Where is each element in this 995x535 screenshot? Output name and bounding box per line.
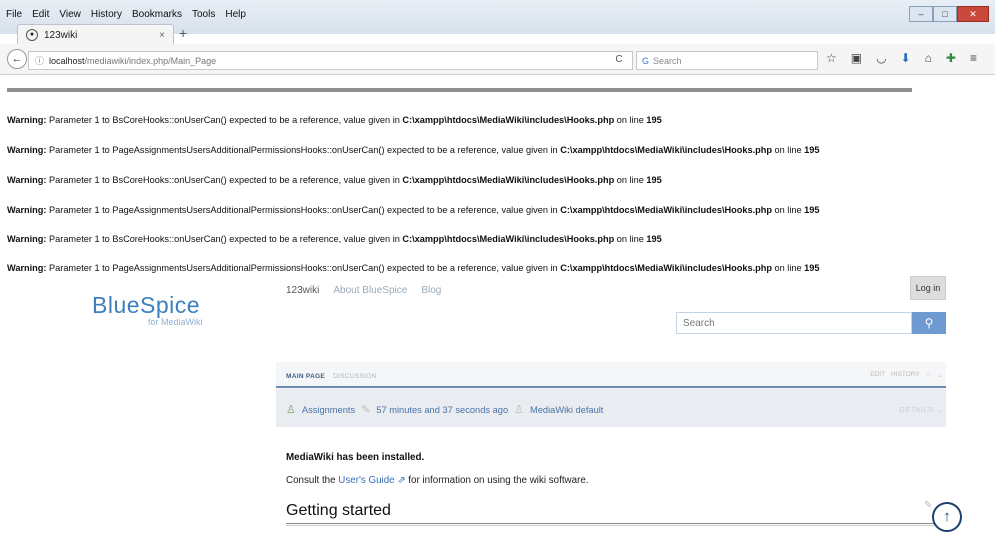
menu-bookmarks[interactable]: Bookmarks	[132, 9, 182, 20]
download-icon[interactable]: ⬇	[901, 51, 911, 65]
edit-section-icon[interactable]: ✎	[924, 500, 932, 511]
tab-title: 123wiki	[44, 29, 78, 41]
nav-blog[interactable]: Blog	[421, 285, 441, 296]
getting-started-heading: Getting started	[286, 502, 391, 519]
minimize-button[interactable]: –	[909, 6, 933, 22]
warning-line: Warning: Parameter 1 to BsCoreHooks::onU…	[7, 115, 662, 125]
page-actions: EDIT HISTORY ☆ ⌄	[870, 371, 943, 379]
warning-line: Warning: Parameter 1 to PageAssignmentsU…	[7, 263, 820, 273]
users-guide-link[interactable]: User's Guide	[338, 475, 394, 486]
maximize-button[interactable]: □	[933, 6, 957, 22]
details-toggle[interactable]: DETAILS ⌄	[899, 405, 943, 414]
warning-line: Warning: Parameter 1 to BsCoreHooks::onU…	[7, 175, 662, 185]
menu-file[interactable]: File	[6, 9, 22, 20]
last-edit-time[interactable]: 57 minutes and 37 seconds ago	[376, 405, 508, 415]
logo-subtitle: for MediaWiki	[148, 317, 203, 327]
consult-paragraph: Consult the User's Guide ⇗ for informati…	[286, 475, 589, 486]
last-editor-link[interactable]: MediaWiki default	[530, 405, 603, 415]
menu-tools[interactable]: Tools	[192, 9, 215, 20]
window-controls: – □ ✕	[909, 6, 989, 22]
reload-button[interactable]: C	[608, 51, 630, 68]
tab-discussion[interactable]: DISCUSSION	[333, 373, 376, 380]
tab-edit[interactable]: EDIT	[870, 371, 885, 379]
url-host: localhost	[49, 55, 85, 66]
tab-underline	[276, 386, 946, 388]
wiki-search-input[interactable]: Search	[676, 312, 912, 334]
chevron-down-icon[interactable]: ⌄	[938, 371, 943, 379]
browser-tab[interactable]: ● 123wiki ×	[17, 24, 174, 45]
browser-search-placeholder: Search	[653, 55, 682, 66]
menu-view[interactable]: View	[59, 9, 81, 20]
clipped-warning-line	[7, 88, 912, 92]
tab-main-page[interactable]: MAIN PAGE	[286, 373, 325, 380]
external-link-icon: ⇗	[394, 475, 406, 486]
menu-edit[interactable]: Edit	[32, 9, 49, 20]
search-engine-icon[interactable]: G	[642, 56, 649, 66]
heading-rule-shadow	[286, 525, 938, 526]
top-navigation: 123wiki About BlueSpice Blog	[286, 285, 441, 296]
nav-123wiki[interactable]: 123wiki	[286, 285, 319, 296]
hamburger-menu-icon[interactable]: ≡	[970, 51, 977, 65]
page-tabs: MAIN PAGE DISCUSSION	[286, 373, 377, 380]
info-icon[interactable]: ⓘ	[35, 54, 44, 67]
menu-history[interactable]: History	[91, 9, 122, 20]
addon-icon[interactable]: ✚	[946, 51, 956, 65]
page-meta: ♙ Assignments ✎ 57 minutes and 37 second…	[286, 403, 603, 416]
scroll-to-top-icon[interactable]: ↑	[932, 502, 962, 532]
reading-list-icon[interactable]: ▣	[851, 51, 862, 65]
menu-bar: File Edit View History Bookmarks Tools H…	[6, 9, 246, 20]
pocket-icon[interactable]: ◡	[876, 51, 886, 65]
watch-icon[interactable]: ☆	[926, 371, 932, 379]
url-path: /mediawiki/index.php/Main_Page	[84, 55, 217, 66]
close-window-button[interactable]: ✕	[957, 6, 989, 22]
pencil-icon: ✎	[361, 404, 371, 416]
login-button[interactable]: Log in	[910, 276, 946, 300]
search-icon[interactable]: ⚲	[912, 312, 946, 334]
bluespice-logo[interactable]: BlueSpice for MediaWiki	[92, 292, 203, 327]
warning-line: Warning: Parameter 1 to BsCoreHooks::onU…	[7, 234, 662, 244]
tab-history[interactable]: HISTORY	[891, 371, 920, 379]
toolbar-icons: ☆ ▣ ◡ ⬇ ⌂ ✚ ≡	[826, 51, 977, 65]
nav-about-bluespice[interactable]: About BlueSpice	[333, 285, 407, 296]
bookmark-star-icon[interactable]: ☆	[826, 51, 837, 65]
warning-line: Warning: Parameter 1 to PageAssignmentsU…	[7, 145, 820, 155]
new-tab-button[interactable]: +	[179, 25, 187, 41]
installed-message: MediaWiki has been installed.	[286, 452, 425, 463]
url-bar[interactable]: ⓘ localhost /mediawiki/index.php/Main_Pa…	[28, 51, 633, 70]
heading-rule	[286, 523, 938, 524]
assignments-link[interactable]: Assignments	[302, 405, 355, 415]
menu-help[interactable]: Help	[225, 9, 246, 20]
tab-close-icon[interactable]: ×	[159, 30, 165, 41]
user-icon: ♙	[514, 404, 525, 416]
logo-text: BlueSpice	[92, 292, 201, 318]
favicon-icon: ●	[26, 29, 38, 41]
home-icon[interactable]: ⌂	[925, 51, 932, 65]
warning-line: Warning: Parameter 1 to PageAssignmentsU…	[7, 205, 820, 215]
assignments-icon: ♙	[286, 404, 296, 416]
browser-search-input[interactable]: G Search	[636, 51, 818, 70]
back-button[interactable]: ←	[7, 49, 27, 69]
